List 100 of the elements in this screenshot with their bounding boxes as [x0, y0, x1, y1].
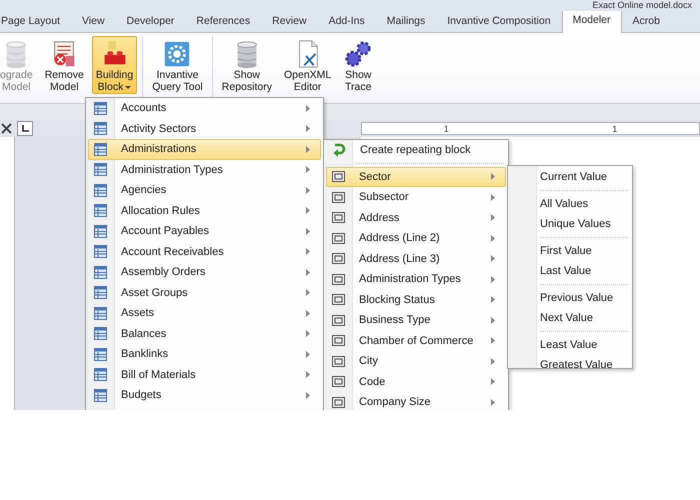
field-icon: [332, 253, 345, 264]
left-tab-icon: [22, 125, 28, 132]
ribbon-button[interactable]: Show Trace: [339, 36, 378, 94]
submenu-arrow-icon: [306, 289, 310, 296]
submenu-arrow-icon: [306, 146, 310, 153]
window-title: Exact Online model.docx: [592, 0, 692, 11]
ribbon-button[interactable]: Show Repository: [218, 36, 276, 94]
ribbon-button[interactable]: Building Block: [92, 36, 138, 94]
gear-icon: [165, 42, 190, 66]
field-icon: [332, 192, 345, 203]
menu-item[interactable]: Last Value: [508, 261, 632, 282]
submenu-arrow-icon: [306, 104, 310, 112]
ribbon-tab[interactable]: Review: [261, 10, 318, 33]
ribbon-tab[interactable]: Page Layout: [0, 10, 71, 33]
menu-item[interactable]: Agencies: [88, 180, 321, 200]
menu-item[interactable]: Chamber of Commerce: [326, 330, 506, 351]
brick-icon: [104, 40, 125, 64]
menu-item[interactable]: Address: [326, 208, 506, 228]
field-icon: [332, 335, 345, 346]
ribbon-tab[interactable]: Add-Ins: [318, 10, 376, 33]
field-icon: [332, 314, 345, 326]
menu-item[interactable]: First Value: [508, 240, 632, 261]
gears-icon: [346, 41, 371, 67]
table-icon: [94, 306, 107, 320]
menu-item[interactable]: Next Value: [508, 308, 632, 328]
menu-item[interactable]: All Values: [508, 194, 632, 214]
menu-item[interactable]: Current Value: [508, 167, 632, 188]
table-icon: [94, 348, 107, 361]
table-icon: [94, 163, 107, 176]
menu-item[interactable]: Address (Line 2): [326, 228, 506, 248]
submenu-arrow-icon: [306, 248, 310, 256]
menu-item[interactable]: Account Receivables: [88, 242, 321, 262]
field-icon: [332, 212, 345, 224]
submenu-arrow-icon: [306, 330, 310, 338]
close-icon[interactable]: [1, 123, 12, 134]
menu-item[interactable]: Sector: [326, 166, 506, 187]
table-icon: [94, 245, 107, 258]
ribbon-tab[interactable]: Modeler: [562, 9, 622, 33]
table-icon: [94, 224, 107, 238]
menu-item[interactable]: Blocking Status: [326, 290, 506, 310]
submenu-arrow-icon: [491, 255, 495, 262]
ribbon-tab[interactable]: View: [70, 10, 116, 33]
menu-item[interactable]: Allocation Rules: [88, 200, 321, 221]
submenu-arrow-icon: [491, 234, 495, 242]
menu-item[interactable]: Code: [326, 372, 506, 392]
database-icon: [237, 41, 257, 68]
table-icon: [94, 327, 107, 340]
ribbon-button[interactable]: Invantive Query Tool: [148, 36, 207, 94]
ruler-number: 1: [444, 124, 449, 134]
menu-item[interactable]: Company Size: [326, 392, 506, 410]
submenu-arrow-icon: [306, 371, 310, 378]
menu-item[interactable]: Business Type: [326, 310, 506, 330]
submenu-arrow-icon: [306, 310, 310, 317]
menu-item[interactable]: Unique Values: [508, 214, 632, 234]
menu-item[interactable]: Assembly Orders: [88, 262, 321, 282]
field-icon: [332, 376, 345, 388]
ribbon-tab[interactable]: Mailings: [376, 10, 436, 33]
menu-item[interactable]: Administration Types: [326, 269, 506, 290]
menu-item[interactable]: Administration Types: [88, 160, 321, 180]
ribbon-button[interactable]: OpenXML Editor: [280, 36, 336, 94]
submenu-arrow-icon: [491, 358, 495, 365]
table-icon: [94, 388, 107, 402]
ribbon-tab[interactable]: Developer: [116, 10, 186, 33]
ribbon-tab[interactable]: References: [185, 10, 262, 33]
menu-item[interactable]: Asset Groups: [88, 282, 321, 303]
menu-item[interactable]: Assets: [88, 303, 321, 324]
table-icon: [94, 102, 107, 115]
field-icon: [332, 274, 345, 285]
submenu-arrow-icon: [491, 378, 495, 386]
ribbon-button[interactable]: Remove Model: [40, 36, 88, 94]
menu-item[interactable]: Activity Sectors: [88, 118, 321, 139]
submenu-arrow-icon: [491, 276, 495, 283]
submenu-arrow-icon: [306, 268, 310, 276]
menu-item[interactable]: Create repeating block: [326, 140, 506, 160]
menu-item[interactable]: Bill of Materials: [88, 364, 321, 385]
menu-item[interactable]: Balances: [88, 324, 321, 344]
menu-item[interactable]: Administrations: [88, 139, 321, 160]
menu-item[interactable]: Address (Line 3): [326, 248, 506, 269]
submenu-arrow-icon: [306, 207, 310, 214]
menu-item[interactable]: Greatest Value: [508, 355, 632, 368]
menu-item[interactable]: Least Value: [508, 334, 632, 355]
submenu-arrow-icon: [306, 166, 310, 174]
ribbon-tab[interactable]: Acrob: [622, 10, 671, 33]
table-icon: [94, 204, 107, 218]
document-icon: [298, 40, 318, 68]
field-icon: [332, 171, 345, 182]
menu-item[interactable]: City: [326, 351, 506, 372]
menu-item[interactable]: Budgets: [88, 385, 321, 406]
ribbon-tab[interactable]: Invantive Composition: [436, 10, 562, 33]
field-icon: [332, 396, 345, 408]
menu-item[interactable]: Accounts: [88, 98, 321, 118]
menu-item[interactable]: Previous Value: [508, 288, 632, 308]
menu-item[interactable]: Subsector: [326, 187, 506, 208]
submenu-arrow-icon: [306, 392, 310, 399]
submenu-arrow-icon: [491, 173, 495, 180]
tab-stop-selector[interactable]: [17, 121, 33, 136]
menu-item[interactable]: Banklinks: [88, 344, 321, 364]
submenu-arrow-icon: [491, 194, 495, 201]
field-icon: [332, 294, 345, 306]
menu-item[interactable]: Account Payables: [88, 221, 321, 242]
